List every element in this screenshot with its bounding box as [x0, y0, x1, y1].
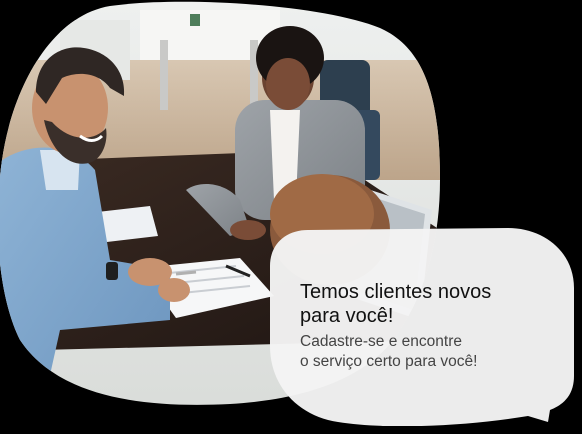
- callout-subtext-line: o serviço certo para você!: [300, 353, 478, 370]
- callout-subtext: Cadastre-se e encontre o serviço certo p…: [300, 332, 560, 372]
- callout-headline-line: Temos clientes novos: [300, 281, 492, 303]
- callout-bubble: Temos clientes novos para você! Cadastre…: [268, 226, 576, 426]
- callout-subtext-line: Cadastre-se e encontre: [300, 333, 462, 350]
- callout-headline: Temos clientes novos para você!: [300, 280, 560, 328]
- callout-headline-line: para você!: [300, 305, 394, 327]
- callout-text-block: Temos clientes novos para você! Cadastre…: [300, 280, 560, 372]
- promo-stage: Temos clientes novos para você! Cadastre…: [0, 0, 582, 434]
